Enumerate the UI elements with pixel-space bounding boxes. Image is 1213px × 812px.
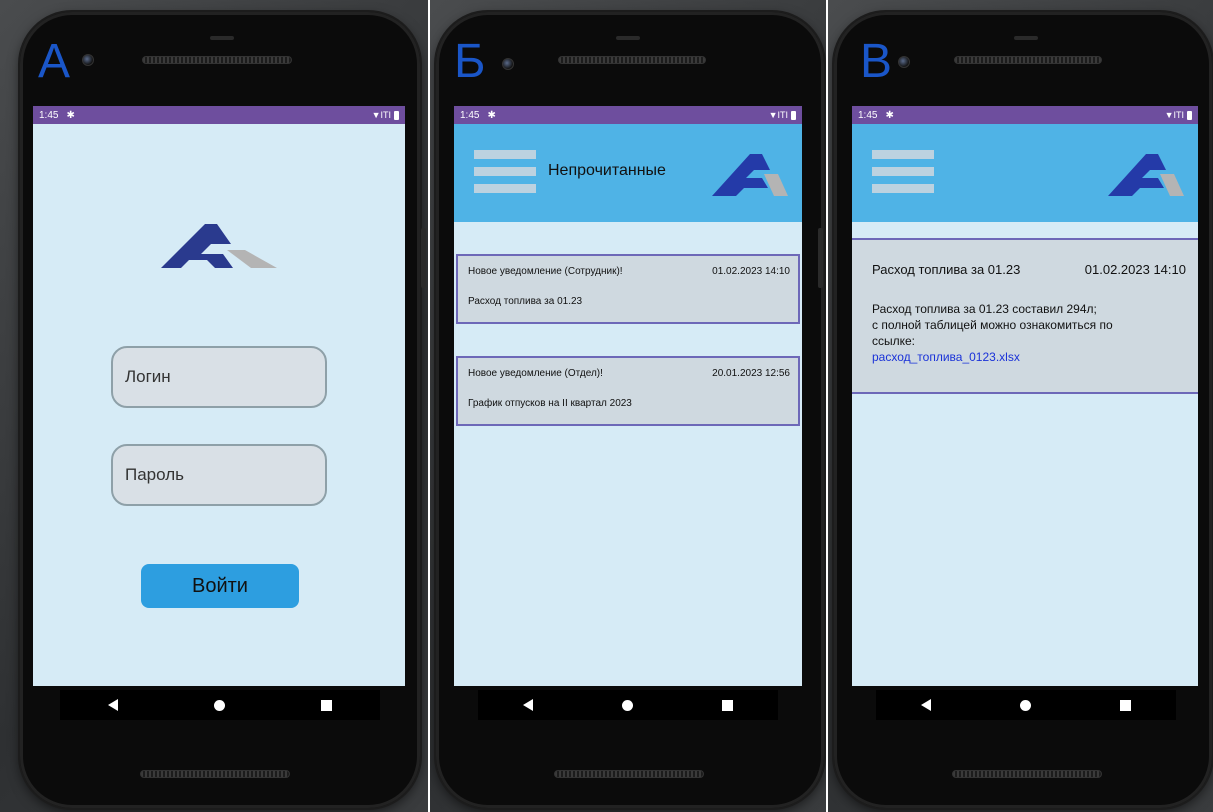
signal-icon: ▼ITI bbox=[768, 110, 788, 120]
front-camera bbox=[898, 56, 910, 68]
menu-icon[interactable] bbox=[872, 150, 934, 194]
card-date: 20.01.2023 12:56 bbox=[712, 368, 790, 379]
panel-c: В 1:45 ✱ ▼ITI Расход топлива за 01.23 01… bbox=[828, 0, 1213, 812]
card-title: Новое уведомление (Сотрудник)! bbox=[468, 266, 623, 277]
recent-apps-icon[interactable] bbox=[722, 699, 734, 711]
nav-bar bbox=[478, 690, 778, 720]
battery-icon bbox=[1187, 110, 1192, 120]
back-icon[interactable] bbox=[920, 699, 931, 711]
notification-card[interactable]: Новое уведомление (Отдел)! 20.01.2023 12… bbox=[456, 356, 800, 426]
login-button[interactable]: Войти bbox=[141, 564, 299, 608]
card-body: Расход топлива за 01.23 bbox=[468, 296, 583, 307]
home-icon[interactable] bbox=[1019, 699, 1031, 711]
screen: 1:45 ✱ ▼ITI Логин Пароль Войти bbox=[33, 106, 405, 686]
battery-icon bbox=[791, 110, 796, 120]
nav-bar bbox=[876, 690, 1176, 720]
signal-icon: ▼ITI bbox=[1164, 110, 1184, 120]
back-icon[interactable] bbox=[108, 699, 118, 711]
detail-text: Расход топлива за 01.23 составил 294л; bbox=[872, 302, 1097, 316]
earpiece-speaker bbox=[954, 56, 1102, 64]
front-camera bbox=[82, 54, 94, 66]
card-title: Новое уведомление (Отдел)! bbox=[468, 368, 603, 379]
status-bar: 1:45 ✱ ▼ITI bbox=[33, 106, 405, 124]
app-logo bbox=[712, 154, 788, 196]
screen: 1:45 ✱ ▼ITI Расход топлива за 01.23 01.0… bbox=[852, 106, 1198, 686]
home-icon[interactable] bbox=[214, 699, 225, 711]
bottom-speaker bbox=[554, 770, 704, 778]
password-input[interactable]: Пароль bbox=[111, 444, 327, 506]
nav-bar bbox=[60, 690, 380, 720]
app-logo bbox=[1108, 154, 1184, 196]
earpiece-speaker bbox=[142, 56, 292, 64]
top-notch bbox=[616, 36, 640, 40]
side-button bbox=[421, 228, 426, 288]
recent-apps-icon[interactable] bbox=[321, 699, 332, 711]
bottom-speaker bbox=[952, 770, 1102, 778]
panel-letter: А bbox=[38, 35, 71, 88]
app-bar: Непрочитанные bbox=[454, 124, 802, 222]
detail-date: 01.02.2023 14:10 bbox=[1084, 262, 1186, 277]
gear-icon: ✱ bbox=[66, 109, 75, 121]
status-time: 1:45 bbox=[39, 109, 59, 121]
status-bar: 1:45 ✱ ▼ITI bbox=[454, 106, 802, 124]
earpiece-speaker bbox=[558, 56, 706, 64]
detail-title: Расход топлива за 01.23 bbox=[872, 262, 1021, 277]
top-notch bbox=[1014, 36, 1038, 40]
menu-icon[interactable] bbox=[474, 150, 536, 194]
app-logo bbox=[161, 224, 277, 268]
front-camera bbox=[502, 58, 514, 70]
login-input[interactable]: Логин bbox=[111, 346, 327, 408]
page-title: Непрочитанные bbox=[548, 162, 666, 179]
app-bar bbox=[852, 124, 1198, 222]
panel-a: А 1:45 ✱ ▼ITI Логин Пароль Войти bbox=[0, 0, 428, 812]
battery-icon bbox=[394, 110, 399, 120]
card-date: 01.02.2023 14:10 bbox=[712, 266, 790, 277]
top-notch bbox=[210, 36, 234, 40]
card-body: График отпусков на II квартал 2023 bbox=[468, 398, 632, 409]
screen: 1:45 ✱ ▼ITI Непрочитанные Новое уведомле… bbox=[454, 106, 802, 686]
back-icon[interactable] bbox=[522, 699, 533, 711]
panel-letter: В bbox=[860, 35, 893, 88]
gear-icon: ✱ bbox=[885, 109, 894, 121]
status-time: 1:45 bbox=[460, 109, 480, 121]
detail-text: ссылке: bbox=[872, 334, 916, 348]
gear-icon: ✱ bbox=[487, 109, 496, 121]
notification-detail: Расход топлива за 01.23 01.02.2023 14:10… bbox=[852, 238, 1198, 394]
home-icon[interactable] bbox=[621, 699, 633, 711]
detail-text: с полной таблицей можно ознакомиться по bbox=[872, 318, 1113, 332]
bottom-speaker bbox=[140, 770, 290, 778]
status-bar: 1:45 ✱ ▼ITI bbox=[852, 106, 1198, 124]
notification-card[interactable]: Новое уведомление (Сотрудник)! 01.02.202… bbox=[456, 254, 800, 324]
signal-icon: ▼ITI bbox=[371, 110, 391, 120]
panel-b: Б 1:45 ✱ ▼ITI Непрочитанные Новое уведом… bbox=[430, 0, 826, 812]
status-time: 1:45 bbox=[858, 109, 878, 121]
panel-letter: Б bbox=[454, 35, 486, 88]
side-button bbox=[818, 228, 823, 288]
recent-apps-icon[interactable] bbox=[1120, 699, 1132, 711]
file-link[interactable]: расход_топлива_0123.xlsx bbox=[872, 350, 1020, 364]
